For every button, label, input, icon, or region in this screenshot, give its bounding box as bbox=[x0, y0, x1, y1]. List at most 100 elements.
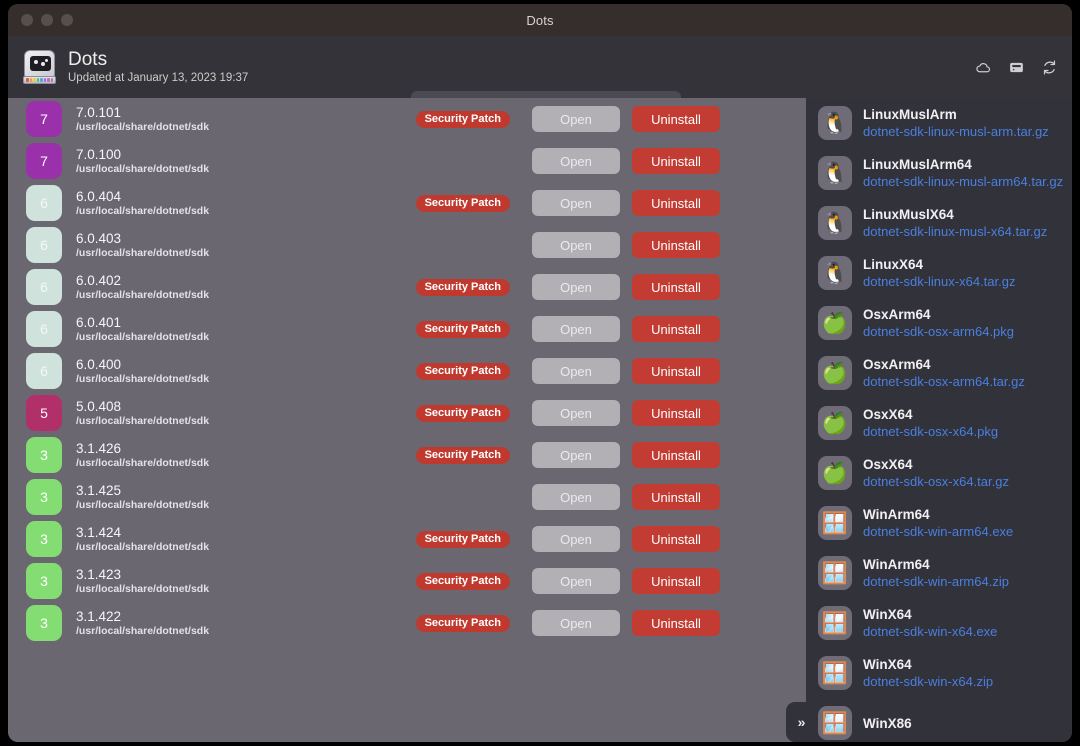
table-row[interactable]: 33.1.423/usr/local/share/dotnet/sdkSecur… bbox=[8, 560, 806, 602]
row-actions: Open Uninstall bbox=[532, 274, 720, 300]
download-link[interactable]: dotnet-sdk-win-arm64.zip bbox=[863, 573, 1009, 590]
platform-name: OsxArm64 bbox=[863, 356, 1025, 373]
collapse-panel-button[interactable]: » bbox=[786, 702, 816, 742]
list-item[interactable]: 🐧LinuxMuslArm64dotnet-sdk-linux-musl-arm… bbox=[806, 148, 1072, 198]
row-actions: Open Uninstall bbox=[532, 400, 720, 426]
open-button[interactable]: Open bbox=[532, 442, 620, 468]
version-badge: 3 bbox=[26, 521, 62, 557]
open-button[interactable]: Open bbox=[532, 106, 620, 132]
uninstall-button[interactable]: Uninstall bbox=[632, 274, 720, 300]
downloads-list[interactable]: 🐧LinuxMuslArmdotnet-sdk-linux-musl-arm.t… bbox=[806, 98, 1072, 742]
penguin-icon: 🐧 bbox=[818, 256, 852, 290]
list-item[interactable]: 🍏OsxArm64dotnet-sdk-osx-arm64.pkg bbox=[806, 298, 1072, 348]
table-row[interactable]: 66.0.404/usr/local/share/dotnet/sdkSecur… bbox=[8, 182, 806, 224]
open-button[interactable]: Open bbox=[532, 232, 620, 258]
uninstall-button[interactable]: Uninstall bbox=[632, 484, 720, 510]
download-link[interactable]: dotnet-sdk-osx-x64.tar.gz bbox=[863, 473, 1009, 490]
download-texts: WinX86 bbox=[863, 715, 912, 732]
open-button[interactable]: Open bbox=[532, 568, 620, 594]
table-row[interactable]: 33.1.422/usr/local/share/dotnet/sdkSecur… bbox=[8, 602, 806, 644]
row-actions: Open Uninstall bbox=[532, 526, 720, 552]
open-button[interactable]: Open bbox=[532, 190, 620, 216]
open-button[interactable]: Open bbox=[532, 400, 620, 426]
download-link[interactable]: dotnet-sdk-linux-musl-arm64.tar.gz bbox=[863, 173, 1063, 190]
platform-name: WinX64 bbox=[863, 606, 997, 623]
uninstall-button[interactable]: Uninstall bbox=[632, 610, 720, 636]
list-item[interactable]: 🪟WinArm64dotnet-sdk-win-arm64.exe bbox=[806, 498, 1072, 548]
download-link[interactable]: dotnet-sdk-osx-arm64.pkg bbox=[863, 323, 1014, 340]
list-item[interactable]: 🪟WinArm64dotnet-sdk-win-arm64.zip bbox=[806, 548, 1072, 598]
list-item[interactable]: 🍏OsxArm64dotnet-sdk-osx-arm64.tar.gz bbox=[806, 348, 1072, 398]
list-item[interactable]: 🪟WinX64dotnet-sdk-win-x64.zip bbox=[806, 648, 1072, 698]
table-row[interactable]: 55.0.408/usr/local/share/dotnet/sdkSecur… bbox=[8, 392, 806, 434]
sdk-row-texts: 3.1.425/usr/local/share/dotnet/sdk bbox=[76, 483, 376, 512]
patch-cell: Security Patch bbox=[376, 405, 516, 422]
uninstall-button[interactable]: Uninstall bbox=[632, 358, 720, 384]
uninstall-button[interactable]: Uninstall bbox=[632, 442, 720, 468]
uninstall-button[interactable]: Uninstall bbox=[632, 400, 720, 426]
uninstall-button[interactable]: Uninstall bbox=[632, 316, 720, 342]
uninstall-button[interactable]: Uninstall bbox=[632, 526, 720, 552]
table-row[interactable]: 77.0.100/usr/local/share/dotnet/sdkOpenU… bbox=[8, 140, 806, 182]
download-link[interactable]: dotnet-sdk-linux-musl-arm.tar.gz bbox=[863, 123, 1049, 140]
download-link[interactable]: dotnet-sdk-linux-musl-x64.tar.gz bbox=[863, 223, 1047, 240]
list-item[interactable]: 🪟WinX64dotnet-sdk-win-x64.exe bbox=[806, 598, 1072, 648]
download-link[interactable]: dotnet-sdk-win-arm64.exe bbox=[863, 523, 1013, 540]
app-window: Dots Dots U bbox=[8, 4, 1072, 742]
open-button[interactable]: Open bbox=[532, 274, 620, 300]
sdk-version: 3.1.424 bbox=[76, 525, 376, 541]
version-badge: 3 bbox=[26, 479, 62, 515]
sdk-version: 3.1.423 bbox=[76, 567, 376, 583]
download-link[interactable]: dotnet-sdk-linux-x64.tar.gz bbox=[863, 273, 1015, 290]
uninstall-button[interactable]: Uninstall bbox=[632, 148, 720, 174]
server-icon[interactable] bbox=[1008, 59, 1025, 76]
list-item[interactable]: 🍏OsxX64dotnet-sdk-osx-x64.tar.gz bbox=[806, 448, 1072, 498]
refresh-icon[interactable] bbox=[1041, 59, 1058, 76]
open-button[interactable]: Open bbox=[532, 610, 620, 636]
sdk-path: /usr/local/share/dotnet/sdk bbox=[76, 121, 376, 134]
list-item[interactable]: 🐧LinuxX64dotnet-sdk-linux-x64.tar.gz bbox=[806, 248, 1072, 298]
uninstall-button[interactable]: Uninstall bbox=[632, 232, 720, 258]
table-row[interactable]: 66.0.401/usr/local/share/dotnet/sdkSecur… bbox=[8, 308, 806, 350]
cloud-icon[interactable] bbox=[975, 59, 992, 76]
open-button[interactable]: Open bbox=[532, 316, 620, 342]
download-texts: OsxX64dotnet-sdk-osx-x64.pkg bbox=[863, 406, 998, 440]
sdk-version: 6.0.403 bbox=[76, 231, 376, 247]
version-badge: 6 bbox=[26, 353, 62, 389]
download-texts: LinuxMuslArm64dotnet-sdk-linux-musl-arm6… bbox=[863, 156, 1063, 190]
status-badge: Security Patch bbox=[416, 447, 510, 464]
row-actions: Open Uninstall bbox=[532, 442, 720, 468]
sdk-row-texts: 7.0.100/usr/local/share/dotnet/sdk bbox=[76, 147, 376, 176]
open-button[interactable]: Open bbox=[532, 358, 620, 384]
table-row[interactable]: 66.0.400/usr/local/share/dotnet/sdkSecur… bbox=[8, 350, 806, 392]
download-link[interactable]: dotnet-sdk-win-x64.zip bbox=[863, 673, 993, 690]
row-actions: Open Uninstall bbox=[532, 568, 720, 594]
table-row[interactable]: 33.1.424/usr/local/share/dotnet/sdkSecur… bbox=[8, 518, 806, 560]
toolbar-actions bbox=[975, 59, 1058, 76]
table-row[interactable]: 33.1.426/usr/local/share/dotnet/sdkSecur… bbox=[8, 434, 806, 476]
open-button[interactable]: Open bbox=[532, 148, 620, 174]
list-item[interactable]: 🍏OsxX64dotnet-sdk-osx-x64.pkg bbox=[806, 398, 1072, 448]
table-row[interactable]: 77.0.101/usr/local/share/dotnet/sdkSecur… bbox=[8, 98, 806, 140]
app-header: Dots Updated at January 13, 2023 19:37 l… bbox=[8, 36, 1072, 98]
table-row[interactable]: 66.0.402/usr/local/share/dotnet/sdkSecur… bbox=[8, 266, 806, 308]
list-item[interactable]: 🐧LinuxMuslArmdotnet-sdk-linux-musl-arm.t… bbox=[806, 98, 1072, 148]
open-button[interactable]: Open bbox=[532, 484, 620, 510]
uninstall-button[interactable]: Uninstall bbox=[632, 106, 720, 132]
sdk-list[interactable]: 77.0.101/usr/local/share/dotnet/sdkSecur… bbox=[8, 98, 806, 742]
download-link[interactable]: dotnet-sdk-osx-x64.pkg bbox=[863, 423, 998, 440]
list-item[interactable]: 🪟WinX86 bbox=[806, 698, 1072, 742]
table-row[interactable]: 66.0.403/usr/local/share/dotnet/sdkOpenU… bbox=[8, 224, 806, 266]
download-link[interactable]: dotnet-sdk-win-x64.exe bbox=[863, 623, 997, 640]
table-row[interactable]: 3 3.1.425/usr/local/share/dotnet/sdk Open U… bbox=[8, 476, 806, 518]
version-badge: 6 bbox=[26, 269, 62, 305]
download-texts: LinuxMuslX64dotnet-sdk-linux-musl-x64.ta… bbox=[863, 206, 1047, 240]
uninstall-button[interactable]: Uninstall bbox=[632, 190, 720, 216]
row-actions: Open Uninstall bbox=[532, 106, 720, 132]
uninstall-button[interactable]: Uninstall bbox=[632, 568, 720, 594]
penguin-icon: 🐧 bbox=[818, 106, 852, 140]
list-item[interactable]: 🐧LinuxMuslX64dotnet-sdk-linux-musl-x64.t… bbox=[806, 198, 1072, 248]
status-badge: Security Patch bbox=[416, 531, 510, 548]
download-link[interactable]: dotnet-sdk-osx-arm64.tar.gz bbox=[863, 373, 1025, 390]
open-button[interactable]: Open bbox=[532, 526, 620, 552]
